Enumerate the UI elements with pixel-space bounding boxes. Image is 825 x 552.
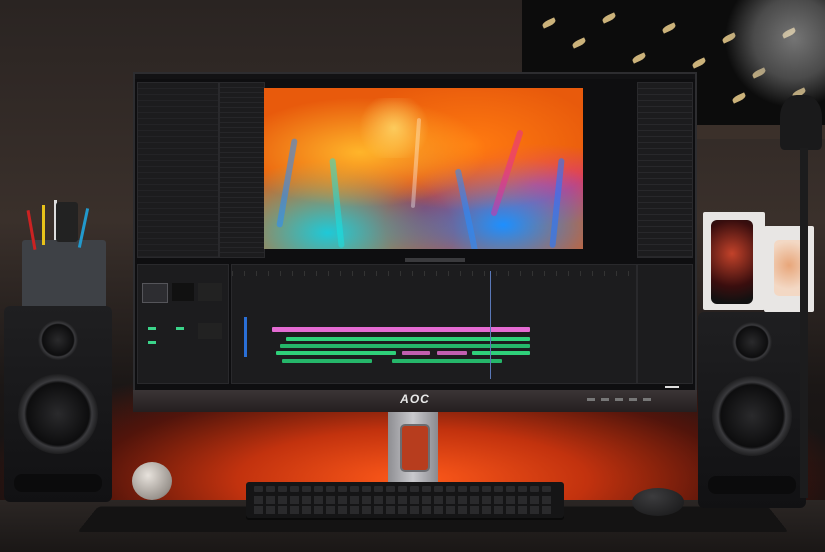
left-speaker bbox=[4, 306, 112, 502]
audio-meter bbox=[244, 317, 247, 357]
desk-lamp bbox=[780, 95, 822, 150]
audio-clip-track[interactable] bbox=[472, 351, 530, 355]
pen-cup bbox=[22, 200, 106, 310]
woofer bbox=[18, 374, 98, 454]
stand-cable-hole bbox=[400, 424, 430, 472]
audio-clip-track[interactable] bbox=[437, 351, 467, 355]
decorative-ball bbox=[132, 462, 172, 500]
audio-clip-track[interactable] bbox=[286, 337, 530, 341]
lamp-pole bbox=[800, 148, 808, 498]
audio-clip-track[interactable] bbox=[276, 351, 396, 355]
monitor-led bbox=[665, 386, 679, 388]
time-ruler bbox=[232, 271, 636, 276]
timeline-panel bbox=[231, 264, 637, 384]
video-clip-track[interactable] bbox=[272, 327, 530, 332]
keyboard bbox=[246, 482, 564, 518]
playhead[interactable] bbox=[490, 271, 491, 379]
mouse bbox=[632, 488, 684, 516]
audio-clip-track[interactable] bbox=[402, 351, 430, 355]
project-bin bbox=[137, 264, 229, 384]
tweeter bbox=[732, 322, 772, 362]
phone-box bbox=[703, 212, 765, 310]
audio-clip-track[interactable] bbox=[392, 359, 502, 363]
source-panel bbox=[137, 82, 219, 258]
woofer bbox=[712, 376, 792, 456]
tweeter bbox=[38, 320, 78, 360]
effects-panel bbox=[637, 82, 693, 258]
metadata-panel bbox=[219, 82, 265, 258]
monitor-brand-logo: AOC bbox=[400, 392, 430, 406]
audio-clip-track[interactable] bbox=[282, 359, 372, 363]
audio-clip-track[interactable] bbox=[280, 344, 530, 348]
right-speaker bbox=[698, 312, 806, 508]
audio-meters-panel bbox=[637, 264, 693, 384]
program-monitor-preview bbox=[264, 88, 583, 249]
menu-bar bbox=[135, 74, 695, 79]
playback-controls[interactable] bbox=[405, 258, 465, 262]
